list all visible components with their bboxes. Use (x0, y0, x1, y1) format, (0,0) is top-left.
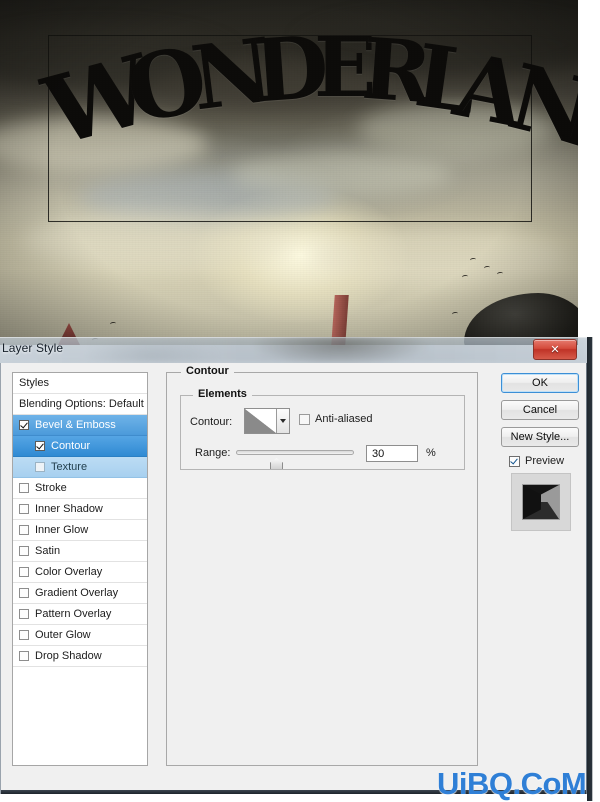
sidebar-item-bevel-emboss[interactable]: Bevel & Emboss (13, 415, 147, 436)
aero-glass-blur (0, 337, 587, 363)
checkbox-anti-aliased[interactable] (299, 413, 310, 425)
photoshop-canvas-photo: W O N D E R L A N D (0, 0, 578, 345)
sidebar-item-texture[interactable]: Texture (13, 457, 147, 478)
range-control-row: Range: 30 % (181, 444, 464, 469)
sidebar-item-blending-options[interactable]: Blending Options: Default (13, 394, 147, 415)
checkbox-inner-glow[interactable] (19, 525, 29, 535)
sidebar-item-label: Color Overlay (35, 566, 103, 578)
checkbox-stroke[interactable] (19, 483, 29, 493)
checkbox-pattern-overlay[interactable] (19, 609, 29, 619)
cancel-button[interactable]: Cancel (501, 400, 579, 420)
checkbox-preview[interactable] (509, 455, 520, 467)
checkbox-contour[interactable] (35, 441, 45, 451)
checkbox-inner-shadow[interactable] (19, 504, 29, 514)
sidebar-item-satin[interactable]: Satin (13, 541, 147, 562)
checkbox-gradient-overlay[interactable] (19, 588, 29, 598)
checkbox-satin[interactable] (19, 546, 29, 556)
range-label: Range: (195, 447, 231, 459)
range-slider-track[interactable] (236, 450, 354, 469)
styles-list-header[interactable]: Styles (13, 373, 147, 394)
sidebar-item-drop-shadow[interactable]: Drop Shadow (13, 646, 147, 667)
contour-group-legend: Contour (181, 365, 234, 377)
checkbox-color-overlay[interactable] (19, 567, 29, 577)
sidebar-item-gradient-overlay[interactable]: Gradient Overlay (13, 583, 147, 604)
contour-settings-group: Contour Elements Contour: Anti-aliased R… (166, 365, 478, 766)
sidebar-item-color-overlay[interactable]: Color Overlay (13, 562, 147, 583)
dialog-title-bar[interactable]: Layer Style ✕ (0, 337, 587, 363)
checkbox-texture[interactable] (35, 462, 45, 472)
sidebar-item-label: Inner Glow (35, 524, 89, 536)
elements-group: Elements Contour: Anti-aliased Range: 30… (180, 388, 465, 470)
close-button[interactable]: ✕ (533, 339, 577, 360)
site-watermark: UiBQ.CoM (437, 766, 587, 801)
checkbox-bevel-emboss[interactable] (19, 420, 29, 430)
range-slider-thumb[interactable] (270, 458, 283, 469)
sidebar-item-label: Outer Glow (35, 629, 91, 641)
bevel-preview-swatch (522, 484, 560, 520)
sidebar-item-pattern-overlay[interactable]: Pattern Overlay (13, 604, 147, 625)
sidebar-item-label: Contour (51, 440, 91, 452)
dialog-title: Layer Style (2, 341, 64, 355)
range-unit-label: % (426, 447, 436, 459)
contour-field-label: Contour: (190, 416, 233, 428)
sidebar-item-inner-shadow[interactable]: Inner Shadow (13, 499, 147, 520)
dialog-right-edge (587, 337, 600, 801)
sidebar-item-label: Stroke (35, 482, 67, 494)
new-style-button[interactable]: New Style... (501, 427, 579, 447)
contour-curve-thumbnail (245, 409, 277, 433)
sidebar-item-outer-glow[interactable]: Outer Glow (13, 625, 147, 646)
close-icon: ✕ (550, 343, 560, 356)
style-preview-thumbnail (511, 473, 571, 531)
anti-aliased-control[interactable]: Anti-aliased (299, 413, 372, 425)
checkbox-drop-shadow[interactable] (19, 651, 29, 661)
elements-group-legend: Elements (193, 388, 252, 400)
sidebar-item-label: Pattern Overlay (35, 608, 112, 620)
vignette (0, 0, 578, 345)
blending-options-label: Blending Options: Default (19, 398, 144, 410)
contour-dropdown-button[interactable] (276, 409, 289, 433)
sidebar-item-label: Satin (35, 545, 61, 557)
dialog-body: Styles Blending Options: Default Bevel &… (0, 363, 587, 794)
ok-button[interactable]: OK (501, 373, 579, 393)
chevron-down-icon (279, 419, 286, 423)
contour-preset-picker[interactable] (244, 408, 290, 434)
sidebar-item-label: Texture (51, 461, 88, 473)
sidebar-item-contour[interactable]: Contour (13, 436, 147, 457)
sidebar-item-inner-glow[interactable]: Inner Glow (13, 520, 147, 541)
preview-control[interactable]: Preview (509, 455, 564, 467)
sidebar-item-label: Drop Shadow (35, 650, 102, 662)
styles-list[interactable]: Styles Blending Options: Default Bevel &… (12, 372, 148, 766)
preview-label: Preview (525, 455, 565, 467)
range-value-input[interactable]: 30 (366, 445, 418, 462)
checkbox-outer-glow[interactable] (19, 630, 29, 640)
sidebar-item-label: Gradient Overlay (35, 587, 119, 599)
sidebar-item-stroke[interactable]: Stroke (13, 478, 147, 499)
sidebar-item-label: Bevel & Emboss (35, 419, 116, 431)
layer-style-dialog: Layer Style ✕ Styles Blending Options: D… (0, 337, 587, 801)
sidebar-item-label: Inner Shadow (35, 503, 103, 515)
anti-aliased-label: Anti-aliased (315, 413, 373, 425)
styles-header-label: Styles (19, 377, 49, 389)
screenshot-root: W O N D E R L A N D Layer Style ✕ (0, 0, 600, 801)
